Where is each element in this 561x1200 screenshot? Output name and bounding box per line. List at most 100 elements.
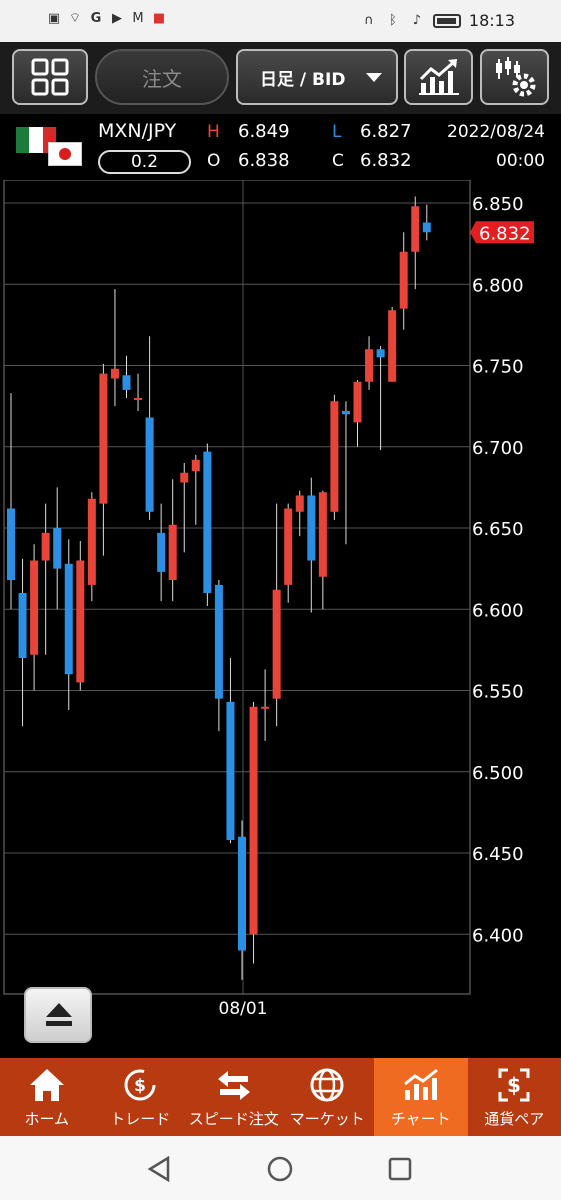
- candle-up: [134, 398, 143, 400]
- candle-down: [226, 701, 235, 840]
- candle-up: [261, 706, 270, 709]
- y-tick-label: 6.600: [472, 600, 524, 621]
- candle-up: [353, 381, 362, 423]
- timeframe-dropdown[interactable]: 日足 / BID: [236, 49, 398, 105]
- nav-label: 通貨ペア: [484, 1110, 545, 1128]
- chart-icon: [403, 1068, 438, 1100]
- candle-up: [168, 524, 177, 580]
- timeframe-label: 日足 / BID: [260, 69, 346, 90]
- candle-up: [318, 492, 327, 577]
- candle-up: [365, 349, 374, 382]
- candle-down: [203, 451, 212, 593]
- bottom-navigation: ホーム $ トレード スピード注文 マーケット チャート $ 通貨ペア: [0, 1058, 561, 1136]
- candle-up: [284, 508, 293, 585]
- y-tick-label: 6.400: [472, 925, 524, 946]
- candle-up: [249, 706, 258, 935]
- youtube-icon: ▶: [112, 11, 122, 26]
- g-icon: G: [90, 11, 102, 26]
- candle-down: [341, 411, 350, 415]
- low-label: L: [332, 122, 342, 142]
- candle-up: [191, 459, 200, 472]
- eject-icon: [46, 1003, 72, 1017]
- nav-label: スピード注文: [188, 1110, 279, 1128]
- currency-pair-icon: $: [498, 1068, 530, 1102]
- candle-down: [64, 563, 73, 675]
- y-tick-label: 6.700: [472, 438, 524, 459]
- candle-up: [388, 310, 397, 382]
- nav-label: ホーム: [24, 1110, 70, 1128]
- close-value: 6.832: [360, 150, 412, 171]
- candle-up: [399, 251, 408, 309]
- mute-icon: ♪: [412, 12, 422, 28]
- candlestick-chart[interactable]: 6.850 6.800 6.750 6.700 6.650 6.600 6.550 6.500…: [0, 180, 561, 1058]
- eject-toggle-button[interactable]: [24, 987, 92, 1043]
- chart-settings-button[interactable]: [480, 49, 549, 105]
- candle-up: [99, 373, 108, 504]
- chart-canvas[interactable]: 6.850 6.800 6.750 6.700 6.650 6.600 6.550 6.500…: [0, 180, 561, 1058]
- candle-up: [295, 495, 304, 512]
- y-tick-label: 6.850: [472, 194, 524, 215]
- candle-down: [307, 495, 316, 561]
- currency-pair[interactable]: MXN/JPY: [98, 120, 176, 142]
- high-value: 6.849: [238, 121, 290, 142]
- svg-text:$: $: [507, 1073, 521, 1097]
- nav-home[interactable]: ホーム: [0, 1058, 94, 1136]
- low-value: 6.827: [360, 121, 412, 142]
- candle-up: [330, 401, 339, 512]
- y-tick-label: 6.550: [472, 682, 524, 703]
- home-icon: [29, 1069, 64, 1101]
- order-button[interactable]: 注文: [95, 49, 229, 105]
- candle-down: [422, 222, 431, 233]
- nav-currency-pair[interactable]: $ 通貨ペア: [468, 1058, 561, 1136]
- quote-time: 00:00: [496, 151, 545, 171]
- nav-label: トレード: [110, 1110, 171, 1128]
- close-label: C: [332, 151, 344, 171]
- candle-settings-icon: [495, 57, 535, 97]
- candle-down: [214, 584, 223, 699]
- candle-down: [145, 417, 154, 512]
- recents-icon[interactable]: [388, 1157, 412, 1181]
- speed-order-icon: [217, 1071, 250, 1100]
- back-icon[interactable]: [146, 1156, 172, 1182]
- candle-down: [157, 532, 166, 572]
- globe-icon: [310, 1068, 344, 1102]
- current-price-label: 6.832: [479, 223, 531, 244]
- candle-up: [87, 498, 96, 585]
- status-time: 18:13: [468, 11, 515, 30]
- gmail-icon: M: [132, 11, 144, 26]
- candle-down: [53, 528, 62, 569]
- candle-up: [30, 560, 39, 655]
- home-circle-icon[interactable]: [267, 1156, 293, 1182]
- trend-chart-icon: [418, 59, 459, 95]
- chart-type-button[interactable]: [404, 49, 473, 105]
- grid-icon: [31, 58, 69, 96]
- nav-trade[interactable]: $ トレード: [94, 1058, 188, 1136]
- candle-down: [122, 375, 131, 390]
- candle-up: [41, 532, 50, 561]
- y-tick-label: 6.500: [472, 763, 524, 784]
- y-tick-label: 6.800: [472, 275, 524, 296]
- candle-up: [411, 206, 420, 252]
- x-tick-label: 08/01: [219, 999, 268, 1019]
- candle-up: [76, 560, 85, 683]
- candle-down: [7, 508, 15, 580]
- japan-flag-icon: [48, 142, 82, 166]
- menu-grid-button[interactable]: [12, 49, 88, 105]
- nav-chart[interactable]: チャート: [374, 1058, 468, 1136]
- chart-toolbar: 注文 日足 / BID: [0, 42, 561, 114]
- nav-speed-order[interactable]: スピード注文: [187, 1058, 281, 1136]
- candle-up: [110, 368, 119, 379]
- y-tick-label: 6.750: [472, 357, 524, 378]
- nav-market[interactable]: マーケット: [281, 1058, 375, 1136]
- svg-text:$: $: [134, 1076, 146, 1096]
- candle-down: [376, 349, 385, 358]
- candle-up: [180, 472, 189, 483]
- quote-header: MXN/JPY 0.2 H 6.849 L 6.827 2022/08/24 O…: [0, 114, 561, 180]
- system-navigation: [0, 1136, 561, 1200]
- nav-label: チャート: [390, 1110, 451, 1128]
- caret-down-icon: [366, 73, 382, 82]
- bluetooth-icon: ᛒ: [388, 12, 397, 28]
- candle-down: [238, 836, 246, 951]
- y-tick-label: 6.650: [472, 519, 524, 540]
- nav-label: マーケット: [289, 1110, 365, 1128]
